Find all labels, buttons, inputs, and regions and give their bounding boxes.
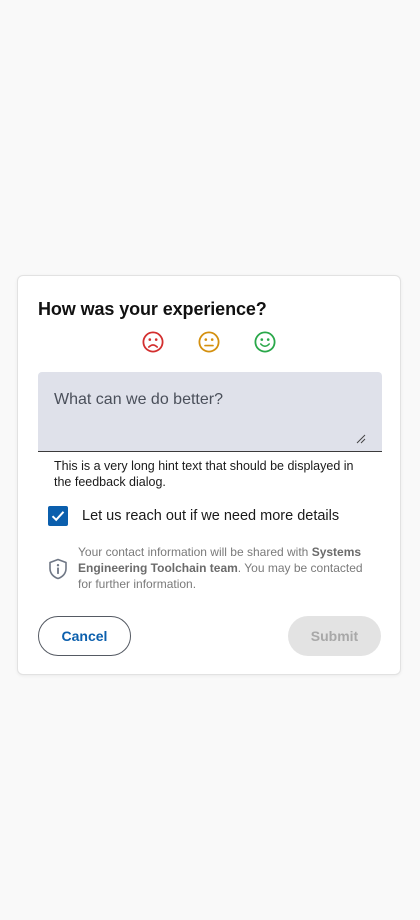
feedback-textarea[interactable] — [38, 372, 382, 451]
submit-button[interactable]: Submit — [288, 616, 381, 656]
neutral-face-icon — [198, 331, 220, 353]
feedback-field — [38, 372, 382, 452]
rating-sad-button[interactable] — [142, 331, 164, 353]
rating-happy-button[interactable] — [254, 331, 276, 353]
checkmark-icon — [51, 511, 65, 522]
contact-info-notice: Your contact information will be shared … — [48, 544, 370, 592]
info-text-start: Your contact information will be shared … — [78, 545, 312, 559]
contact-consent-label: Let us reach out if we need more details — [82, 508, 340, 524]
shield-info-icon — [49, 558, 67, 580]
feedback-dialog: How was your experience? What can we do … — [17, 275, 401, 675]
sad-face-icon — [142, 331, 164, 353]
contact-consent-row: Let us reach out if we need more details — [48, 506, 339, 526]
resize-handle-icon[interactable] — [356, 434, 366, 444]
contact-info-text: Your contact information will be shared … — [78, 544, 370, 592]
rating-group — [142, 331, 276, 353]
dialog-title: How was your experience? — [38, 299, 267, 319]
contact-consent-checkbox[interactable] — [48, 506, 68, 526]
cancel-button[interactable]: Cancel — [38, 616, 131, 656]
rating-neutral-button[interactable] — [198, 331, 220, 353]
happy-face-icon — [254, 331, 276, 353]
feedback-hint: This is a very long hint text that shoul… — [54, 459, 354, 489]
